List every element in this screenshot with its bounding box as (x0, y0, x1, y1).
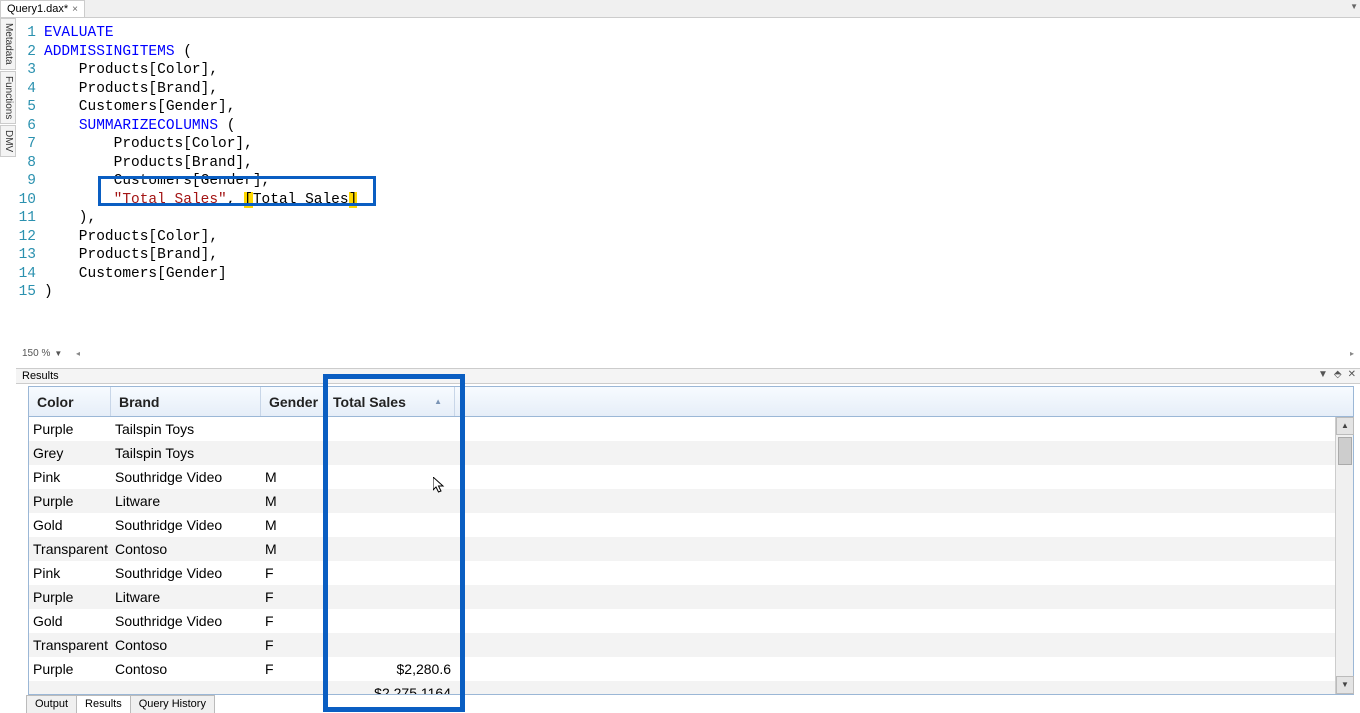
panel-menu-icon[interactable]: ▼ (1318, 369, 1328, 380)
cell-color: Transparent (29, 635, 111, 655)
cell-total-sales (325, 499, 455, 503)
scroll-thumb[interactable] (1338, 437, 1352, 465)
cell-brand: Tailspin Toys (111, 419, 261, 439)
side-tab-group: Metadata Functions DMV (0, 18, 16, 158)
cell-gender: M (261, 515, 325, 535)
cell-total-sales (325, 523, 455, 527)
vertical-scrollbar[interactable]: ▲ ▼ (1335, 417, 1353, 694)
cell-total-sales (325, 619, 455, 623)
table-row[interactable]: PurpleContosoF$2,280.6 (29, 657, 1335, 681)
cell-color: Pink (29, 467, 111, 487)
cell-total-sales: $2,275.1164 (325, 683, 455, 694)
table-row[interactable]: TransparentContosoM (29, 537, 1335, 561)
cell-total-sales (325, 427, 455, 431)
cell-brand: Southridge Video (111, 611, 261, 631)
document-tabstrip: Query1.dax* × (0, 0, 1360, 18)
cell-gender: M (261, 491, 325, 511)
cell-color: Grey (29, 443, 111, 463)
panel-drag-handle-icon[interactable]: ▼ (1350, 2, 1358, 11)
sidetab-metadata[interactable]: Metadata (0, 18, 16, 70)
tab-output[interactable]: Output (26, 695, 77, 713)
sidetab-dmv[interactable]: DMV (0, 125, 16, 157)
zoom-dropdown-icon[interactable]: ▼ (54, 349, 62, 358)
cell-brand: Southridge Video (111, 515, 261, 535)
cell-color: Gold (29, 515, 111, 535)
tab-query-history[interactable]: Query History (130, 695, 215, 713)
cell-gender: M (261, 467, 325, 487)
cell-color: Gold (29, 611, 111, 631)
cell-brand: Southridge Video (111, 563, 261, 583)
cell-gender: F (261, 611, 325, 631)
cell-gender: F (261, 635, 325, 655)
panel-pin-icon[interactable]: ⬘ (1334, 369, 1342, 380)
cell-total-sales: $2,280.6 (325, 659, 455, 679)
cell-gender: F (261, 587, 325, 607)
hscroll-left-icon[interactable]: ◂ (76, 349, 80, 358)
cell-total-sales (325, 547, 455, 551)
panel-close-icon[interactable]: ✕ (1348, 369, 1356, 380)
cell-brand: Contoso (111, 635, 261, 655)
grid-body[interactable]: PurpleTailspin ToysGreyTailspin ToysPink… (29, 417, 1335, 694)
cell-color: Purple (29, 491, 111, 511)
cell-total-sales (325, 595, 455, 599)
column-header-filler (455, 387, 1353, 416)
tab-title: Query1.dax* (7, 3, 68, 15)
column-header-total-sales[interactable]: Total Sales▲ (325, 387, 455, 416)
cell-total-sales (325, 451, 455, 455)
cell-gender (261, 451, 325, 455)
table-row[interactable]: PurpleLitwareF (29, 585, 1335, 609)
cell-brand (111, 691, 261, 694)
grid-header-row: Color Brand Gender Total Sales▲ (29, 387, 1353, 417)
cell-color: Purple (29, 659, 111, 679)
hscroll-right-icon[interactable]: ▸ (1350, 349, 1354, 358)
bottom-tab-group: Output Results Query History (26, 695, 214, 713)
table-row[interactable]: GoldSouthridge VideoF (29, 609, 1335, 633)
cell-gender (261, 427, 325, 431)
cell-brand: Contoso (111, 659, 261, 679)
column-header-brand[interactable]: Brand (111, 387, 261, 416)
cell-gender: M (261, 539, 325, 559)
cell-gender: F (261, 563, 325, 583)
code-editor[interactable]: 1EVALUATE 2ADDMISSINGITEMS ( 3 Products[… (16, 18, 1360, 346)
cell-brand: Litware (111, 491, 261, 511)
table-row[interactable]: PurpleTailspin Toys (29, 417, 1335, 441)
close-icon[interactable]: × (72, 4, 78, 15)
column-header-gender[interactable]: Gender (261, 387, 325, 416)
editor-zoom-label: 150 %▼ (16, 346, 1360, 360)
sidetab-functions[interactable]: Functions (0, 71, 16, 124)
results-panel-title: Results (16, 368, 1360, 384)
cell-color: Pink (29, 563, 111, 583)
column-header-color[interactable]: Color (29, 387, 111, 416)
cell-gender: F (261, 659, 325, 679)
cell-brand: Tailspin Toys (111, 443, 261, 463)
table-row[interactable]: TransparentContosoF (29, 633, 1335, 657)
table-row[interactable]: GoldSouthridge VideoM (29, 513, 1335, 537)
table-row[interactable]: PinkSouthridge VideoM (29, 465, 1335, 489)
cell-brand: Litware (111, 587, 261, 607)
cell-color (29, 691, 111, 694)
cell-color: Purple (29, 587, 111, 607)
document-tab[interactable]: Query1.dax* × (0, 0, 85, 17)
cell-color: Purple (29, 419, 111, 439)
table-row[interactable]: GreyTailspin Toys (29, 441, 1335, 465)
cell-brand: Southridge Video (111, 467, 261, 487)
scroll-up-icon[interactable]: ▲ (1336, 417, 1354, 435)
table-row[interactable]: PurpleLitwareM (29, 489, 1335, 513)
cell-brand: Contoso (111, 539, 261, 559)
cell-total-sales (325, 643, 455, 647)
cell-color: Transparent (29, 539, 111, 559)
cell-total-sales (325, 475, 455, 479)
cell-gender (261, 691, 325, 694)
tab-results[interactable]: Results (76, 695, 131, 713)
table-row[interactable]: PinkSouthridge VideoF (29, 561, 1335, 585)
table-row[interactable]: $2,275.1164 (29, 681, 1335, 694)
scroll-down-icon[interactable]: ▼ (1336, 676, 1354, 694)
results-grid: Color Brand Gender Total Sales▲ PurpleTa… (28, 386, 1354, 695)
sort-indicator-icon: ▲ (434, 397, 442, 406)
cell-total-sales (325, 571, 455, 575)
